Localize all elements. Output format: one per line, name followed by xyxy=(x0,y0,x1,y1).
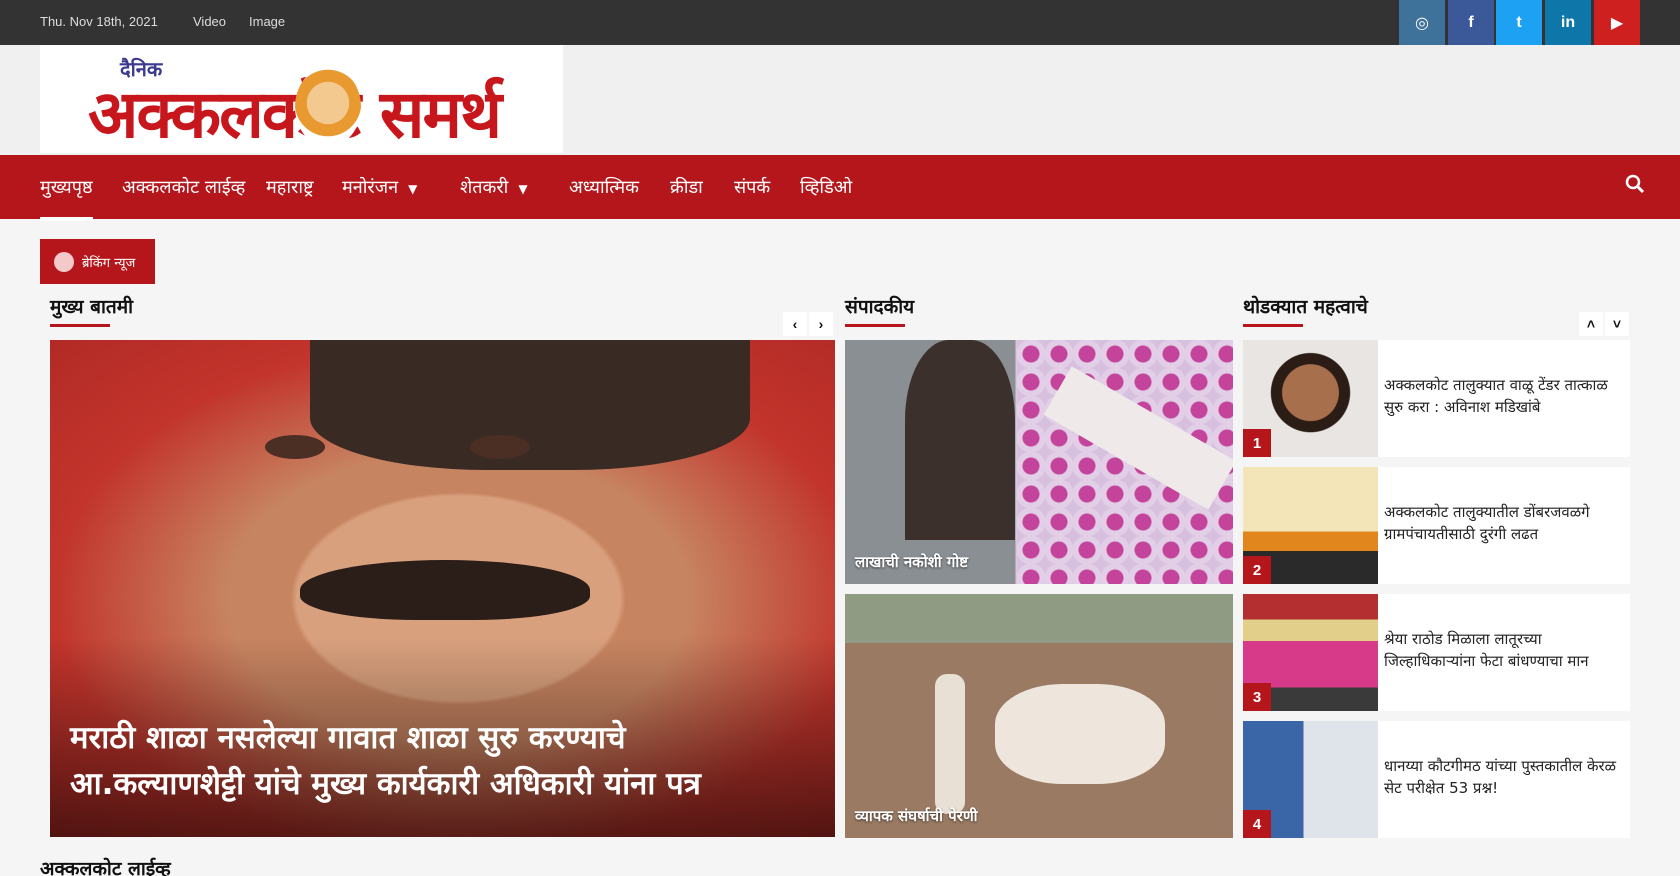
nav-item-contact[interactable]: संपर्क xyxy=(734,175,770,199)
photo-ox xyxy=(995,684,1165,784)
short-news-heading: थोडक्यात महत्वाचे xyxy=(1243,293,1368,327)
twitter-icon[interactable]: t xyxy=(1496,0,1542,45)
chevron-down-icon: ▼ xyxy=(408,182,418,196)
chevron-down-icon: ▼ xyxy=(518,182,528,196)
nav-item-label: मनोरंजन xyxy=(342,177,399,198)
nav-item-video[interactable]: व्हिडिओ xyxy=(800,175,852,199)
rank-badge: 1 xyxy=(1243,429,1271,457)
nav-item-spiritual[interactable]: अध्यात्मिक xyxy=(569,175,639,199)
nav-item-label: शेतकरी xyxy=(460,177,509,198)
akkalkot-live-heading: अक्कलकोट लाईव्ह xyxy=(40,858,171,876)
list-item[interactable]: 1 अक्कलकोट तालुक्यात वाळू टेंडर तात्काळ … xyxy=(1243,340,1630,457)
photo-eye xyxy=(470,435,530,459)
list-down-button[interactable]: ˅ xyxy=(1605,312,1629,336)
live-dot-icon xyxy=(54,251,74,272)
editorial-card[interactable]: व्यापक संघर्षाची पेरणी xyxy=(845,594,1233,838)
site-logo[interactable]: दैनिक अक्कलकोट समर्थ xyxy=(40,45,563,153)
rank-badge: 4 xyxy=(1243,810,1271,838)
photo-person xyxy=(905,340,1015,540)
nav-item-sports[interactable]: क्रीडा xyxy=(670,175,703,199)
slider-next-button[interactable]: › xyxy=(809,312,833,336)
nav-item-akkalkot-live[interactable]: अक्कलकोट लाईव्ह xyxy=(122,175,245,199)
featured-headline[interactable]: मराठी शाळा नसलेल्या गावात शाळा सुरु करण्… xyxy=(70,715,800,807)
list-item[interactable]: 2 अक्कलकोट तालुक्यातील डोंबरजवळगे ग्रामप… xyxy=(1243,467,1630,584)
photo-mustache xyxy=(300,560,590,620)
top-bar: Thu. Nov 18th, 2021 Video Image ◎ f t in… xyxy=(0,0,1680,45)
rank-badge: 2 xyxy=(1243,556,1271,584)
nav-item-farmer[interactable]: शेतकरी ▼ xyxy=(460,175,528,199)
photo-hair xyxy=(310,340,750,470)
list-item[interactable]: 4 धानय्या कौटगीमठ यांच्या पुस्तकातील केर… xyxy=(1243,721,1630,838)
image-link[interactable]: Image xyxy=(249,14,285,29)
video-link[interactable]: Video xyxy=(193,14,226,29)
linkedin-icon[interactable]: in xyxy=(1545,0,1591,45)
slider-prev-button[interactable]: ‹ xyxy=(783,312,807,336)
editorial-caption[interactable]: व्यापक संघर्षाची पेरणी xyxy=(855,806,978,826)
photo-eye xyxy=(265,435,325,459)
featured-story[interactable]: मराठी शाळा नसलेल्या गावात शाळा सुरु करण्… xyxy=(50,340,835,837)
youtube-icon[interactable]: ▶ xyxy=(1594,0,1640,45)
site-header: दैनिक अक्कलकोट समर्थ xyxy=(0,45,1680,155)
editorial-card[interactable]: लाखाची नकोशी गोष्ट xyxy=(845,340,1233,584)
list-item[interactable]: 3 श्रेया राठोड मिळाला लातूरच्या जिल्हाधि… xyxy=(1243,594,1630,711)
list-item-title[interactable]: श्रेया राठोड मिळाला लातूरच्या जिल्हाधिका… xyxy=(1384,628,1620,672)
list-item-title[interactable]: अक्कलकोट तालुक्यातील डोंबरजवळगे ग्रामपंच… xyxy=(1384,501,1620,545)
breaking-news-label: ब्रेकिंग न्यूज xyxy=(82,255,136,271)
list-item-title[interactable]: अक्कलकोट तालुक्यात वाळू टेंडर तात्काळ सु… xyxy=(1384,374,1620,418)
rank-badge: 3 xyxy=(1243,683,1271,711)
nav-item-home[interactable]: मुख्यपृष्ठ xyxy=(40,175,93,221)
breaking-news-badge[interactable]: ब्रेकिंग न्यूज xyxy=(40,239,155,284)
facebook-icon[interactable]: f xyxy=(1448,0,1494,45)
search-icon[interactable] xyxy=(1624,173,1646,195)
photo-farmer xyxy=(935,674,965,814)
nav-item-entertainment[interactable]: मनोरंजन ▼ xyxy=(342,175,417,199)
main-news-heading: मुख्य बातमी xyxy=(50,293,133,327)
nav-item-maharashtra[interactable]: महाराष्ट्र xyxy=(266,175,314,199)
instagram-icon[interactable]: ◎ xyxy=(1399,0,1445,45)
logo-title: अक्कलकोट समर्थ xyxy=(88,76,502,153)
editorial-heading: संपादकीय xyxy=(845,293,914,327)
list-item-title[interactable]: धानय्या कौटगीमठ यांच्या पुस्तकातील केरळ … xyxy=(1384,755,1620,799)
editorial-caption[interactable]: लाखाची नकोशी गोष्ट xyxy=(855,552,968,572)
main-navigation: मुख्यपृष्ठ अक्कलकोट लाईव्ह महाराष्ट्र मन… xyxy=(0,155,1680,221)
current-date: Thu. Nov 18th, 2021 xyxy=(40,14,158,29)
list-up-button[interactable]: ˄ xyxy=(1579,312,1603,336)
logo-portrait xyxy=(295,67,361,147)
